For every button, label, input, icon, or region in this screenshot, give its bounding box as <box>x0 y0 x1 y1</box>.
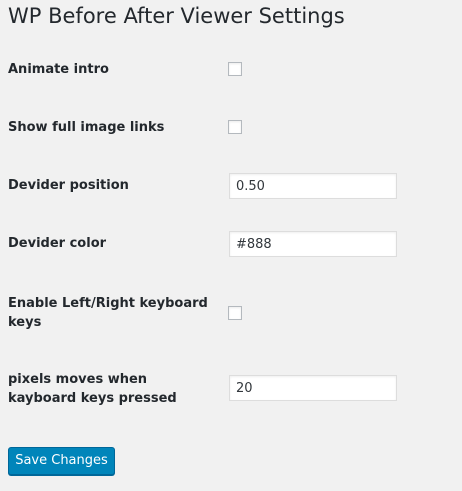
setting-row-devider-position: Devider position <box>8 173 448 201</box>
show-full-image-links-checkbox[interactable] <box>228 120 242 134</box>
enable-keyboard-keys-label: Enable Left/Right keyboard keys <box>8 296 208 330</box>
setting-row-devider-color: Devider color <box>8 231 448 259</box>
setting-row-enable-keyboard-keys: Enable Left/Right keyboard keys <box>8 294 448 334</box>
devider-position-label: Devider position <box>8 178 129 193</box>
devider-color-input[interactable] <box>229 231 397 257</box>
devider-position-input[interactable] <box>229 173 397 199</box>
save-changes-button[interactable]: Save Changes <box>8 447 115 475</box>
enable-keyboard-keys-checkbox[interactable] <box>228 306 242 320</box>
animate-intro-checkbox[interactable] <box>228 62 242 76</box>
pixels-moves-input[interactable] <box>229 375 397 401</box>
devider-color-label: Devider color <box>8 236 107 251</box>
page-title: WP Before After Viewer Settings <box>8 4 345 28</box>
setting-row-pixels-moves: pixels moves when kayboard keys pressed <box>8 370 448 410</box>
setting-row-show-full-image-links: Show full image links <box>8 116 448 140</box>
show-full-image-links-label: Show full image links <box>8 120 165 135</box>
setting-row-animate-intro: Animate intro <box>8 58 448 82</box>
pixels-moves-label: pixels moves when kayboard keys pressed <box>8 372 177 406</box>
animate-intro-label: Animate intro <box>8 62 109 77</box>
